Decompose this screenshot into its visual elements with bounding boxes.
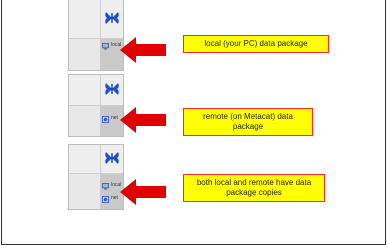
callout-remote: remote (on Metacat) data package bbox=[183, 108, 313, 136]
network-icon bbox=[102, 116, 109, 123]
status-label: net bbox=[111, 195, 118, 201]
callout-text: both local and remote have data package … bbox=[196, 178, 312, 197]
package-window-both: local net bbox=[68, 144, 124, 210]
package-window-local: local bbox=[68, 0, 124, 71]
pointer-arrow-icon bbox=[120, 107, 166, 133]
callout-local: local (your PC) data package bbox=[183, 35, 329, 53]
callout-both: both local and remote have data package … bbox=[183, 174, 325, 202]
package-window-remote: net bbox=[68, 74, 124, 137]
network-icon bbox=[102, 196, 109, 203]
pointer-arrow-icon bbox=[120, 179, 166, 205]
callout-text: remote (on Metacat) data package bbox=[203, 112, 293, 131]
butterfly-logo-icon bbox=[105, 12, 119, 24]
status-label: net bbox=[111, 115, 118, 121]
butterfly-logo-icon bbox=[105, 83, 119, 95]
butterfly-logo-icon bbox=[105, 152, 119, 164]
callout-text: local (your PC) data package bbox=[204, 39, 308, 48]
slide-frame: local local (your PC) data package net r… bbox=[1, 0, 386, 245]
computer-icon bbox=[102, 43, 109, 50]
pointer-arrow-icon bbox=[120, 37, 166, 63]
computer-icon bbox=[102, 183, 109, 190]
